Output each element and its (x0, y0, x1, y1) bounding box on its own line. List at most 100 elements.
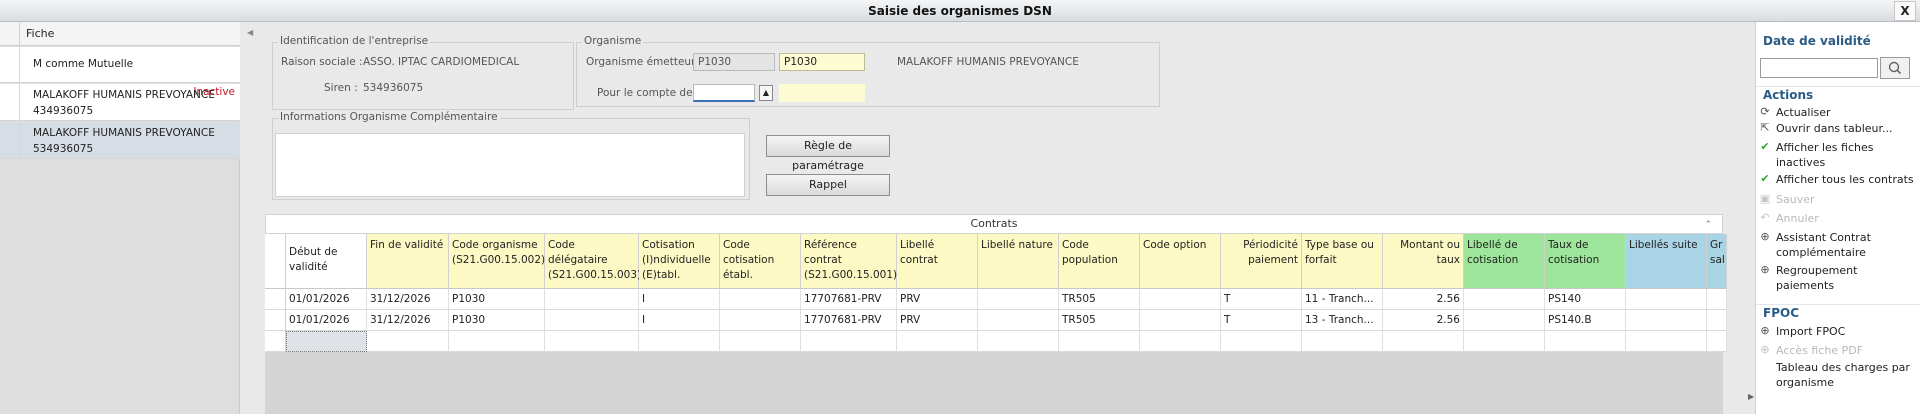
column-header[interactable]: Type base ou forfait (1302, 234, 1383, 289)
column-header[interactable]: Montant ou taux (1383, 234, 1464, 289)
table-cell[interactable]: TR505 (1059, 289, 1140, 310)
new-row-cell[interactable] (449, 331, 545, 352)
action-import-fpoc[interactable]: ⊕ Import FPOC (1756, 324, 1920, 343)
table-cell[interactable]: I (639, 289, 720, 310)
table-cell[interactable]: PRV (897, 310, 978, 331)
table-cell[interactable]: T (1221, 310, 1302, 331)
row-selector[interactable] (0, 122, 20, 158)
new-row-cell[interactable] (978, 331, 1059, 352)
table-cell[interactable]: 17707681-PRV (801, 289, 897, 310)
table-cell[interactable]: PS140 (1545, 289, 1626, 310)
table-cell[interactable] (1626, 289, 1707, 310)
table-cell[interactable]: PS140.B (1545, 310, 1626, 331)
action-afficher-les-fiches-inactives[interactable]: ✔ Afficher les fiches inactives (1756, 140, 1920, 172)
column-header[interactable]: Libellés suite (1626, 234, 1707, 289)
new-row-cell[interactable] (1302, 331, 1383, 352)
date-validite-input[interactable] (1760, 58, 1878, 78)
column-header[interactable]: Libellé nature (978, 234, 1059, 289)
action-ouvrir-dans-tableur[interactable]: ⇱ Ouvrir dans tableur... (1756, 121, 1920, 140)
fiche-column-header[interactable]: Fiche (26, 27, 54, 40)
table-cell[interactable] (978, 310, 1059, 331)
collapse-left-icon[interactable]: ◀ (247, 28, 253, 37)
table-cell[interactable]: 2.56 (1383, 289, 1464, 310)
table-cell[interactable] (1464, 289, 1545, 310)
new-row-cell[interactable] (897, 331, 978, 352)
table-cell[interactable] (545, 310, 639, 331)
new-row-cell[interactable] (1059, 331, 1140, 352)
table-cell[interactable]: I (639, 310, 720, 331)
new-row-cell[interactable] (1221, 331, 1302, 352)
row-selector[interactable] (0, 84, 20, 120)
new-row-cell[interactable] (720, 331, 801, 352)
new-row-cell[interactable] (1626, 331, 1707, 352)
column-header[interactable]: Gr sal (1707, 234, 1727, 289)
rappel-button[interactable]: Rappel (766, 174, 890, 196)
column-header[interactable]: Code option (1140, 234, 1221, 289)
column-header[interactable]: Libellé de cotisation (1464, 234, 1545, 289)
row-selector[interactable] (265, 289, 286, 310)
column-header[interactable]: Code cotisation établ. (720, 234, 801, 289)
fiche-list-item[interactable]: M comme Mutuelle (0, 47, 240, 83)
table-cell[interactable] (720, 310, 801, 331)
table-cell[interactable] (545, 289, 639, 310)
row-selector[interactable] (265, 310, 286, 331)
search-button[interactable] (1880, 57, 1910, 79)
organisme-emetteur-input[interactable]: P1030 (779, 53, 865, 71)
action-regroupement-paiements[interactable]: ⊕ Regroupement paiements (1756, 263, 1920, 295)
table-cell[interactable] (1140, 289, 1221, 310)
table-cell[interactable] (1707, 289, 1727, 310)
collapse-right-icon[interactable]: ▶ (1748, 392, 1754, 401)
column-header[interactable]: Cotisation (I)ndividuelle (E)tabl. (639, 234, 720, 289)
pour-le-compte-input[interactable] (693, 84, 755, 102)
table-cell[interactable]: 01/01/2026 (286, 310, 367, 331)
fiche-list-item[interactable]: Inactive MALAKOFF HUMANIS PREVOYANCE 434… (0, 84, 240, 121)
fiche-list-item-selected[interactable]: MALAKOFF HUMANIS PREVOYANCE 534936075 (0, 122, 240, 159)
action-actualiser[interactable]: ⟳ Actualiser (1756, 105, 1920, 121)
new-row-cell[interactable] (1140, 331, 1221, 352)
new-row-cell[interactable] (367, 331, 449, 352)
table-cell[interactable]: 17707681-PRV (801, 310, 897, 331)
column-header[interactable]: Référence contrat (S21.G00.15.001) (801, 234, 897, 289)
close-button[interactable]: X (1894, 1, 1916, 21)
action-tableau-des-charges-par-organisme[interactable]: Tableau des charges par organisme (1756, 360, 1920, 392)
table-cell[interactable] (978, 289, 1059, 310)
table-cell[interactable]: 31/12/2026 (367, 289, 449, 310)
regle-parametrage-button[interactable]: Règle de paramétrage (766, 135, 890, 172)
column-header[interactable]: Fin de validité (367, 234, 449, 289)
action-afficher-tous-les-contrats[interactable]: ✔ Afficher tous les contrats (1756, 172, 1920, 192)
column-header[interactable]: Libellé contrat (897, 234, 978, 289)
new-row-cell[interactable] (1464, 331, 1545, 352)
table-cell[interactable] (1707, 310, 1727, 331)
table-cell[interactable]: 11 - Tranch... (1302, 289, 1383, 310)
new-row-cell[interactable] (1707, 331, 1727, 352)
table-cell[interactable]: PRV (897, 289, 978, 310)
new-row-cell-focused[interactable] (286, 331, 367, 352)
column-header[interactable]: Code organisme (S21.G00.15.002) (449, 234, 545, 289)
table-cell[interactable] (1464, 310, 1545, 331)
table-cell[interactable] (1626, 310, 1707, 331)
scroll-up-icon[interactable]: ⌃ (1704, 216, 1712, 234)
chevron-up-icon[interactable]: ▲ (759, 85, 773, 101)
table-cell[interactable]: 31/12/2026 (367, 310, 449, 331)
new-row-cell[interactable] (639, 331, 720, 352)
table-cell[interactable]: T (1221, 289, 1302, 310)
table-cell[interactable] (720, 289, 801, 310)
table-cell[interactable]: 01/01/2026 (286, 289, 367, 310)
column-header[interactable]: Périodicité paiement (1221, 234, 1302, 289)
column-header[interactable]: Code population (1059, 234, 1140, 289)
table-cell[interactable]: P1030 (449, 310, 545, 331)
column-header[interactable]: Taux de cotisation (1545, 234, 1626, 289)
column-header[interactable]: Code délégataire (S21.G00.15.003) (545, 234, 641, 289)
table-cell[interactable]: TR505 (1059, 310, 1140, 331)
row-selector[interactable] (265, 331, 286, 352)
table-cell[interactable] (1140, 310, 1221, 331)
new-row-cell[interactable] (1545, 331, 1626, 352)
new-row-cell[interactable] (545, 331, 639, 352)
row-selector[interactable] (0, 47, 20, 82)
column-header[interactable]: Début de validité (286, 234, 367, 289)
new-row-cell[interactable] (1383, 331, 1464, 352)
table-cell[interactable]: 2.56 (1383, 310, 1464, 331)
table-cell[interactable]: 13 - Tranch... (1302, 310, 1383, 331)
info-complementaire-textarea[interactable] (275, 133, 745, 197)
new-row-cell[interactable] (801, 331, 897, 352)
